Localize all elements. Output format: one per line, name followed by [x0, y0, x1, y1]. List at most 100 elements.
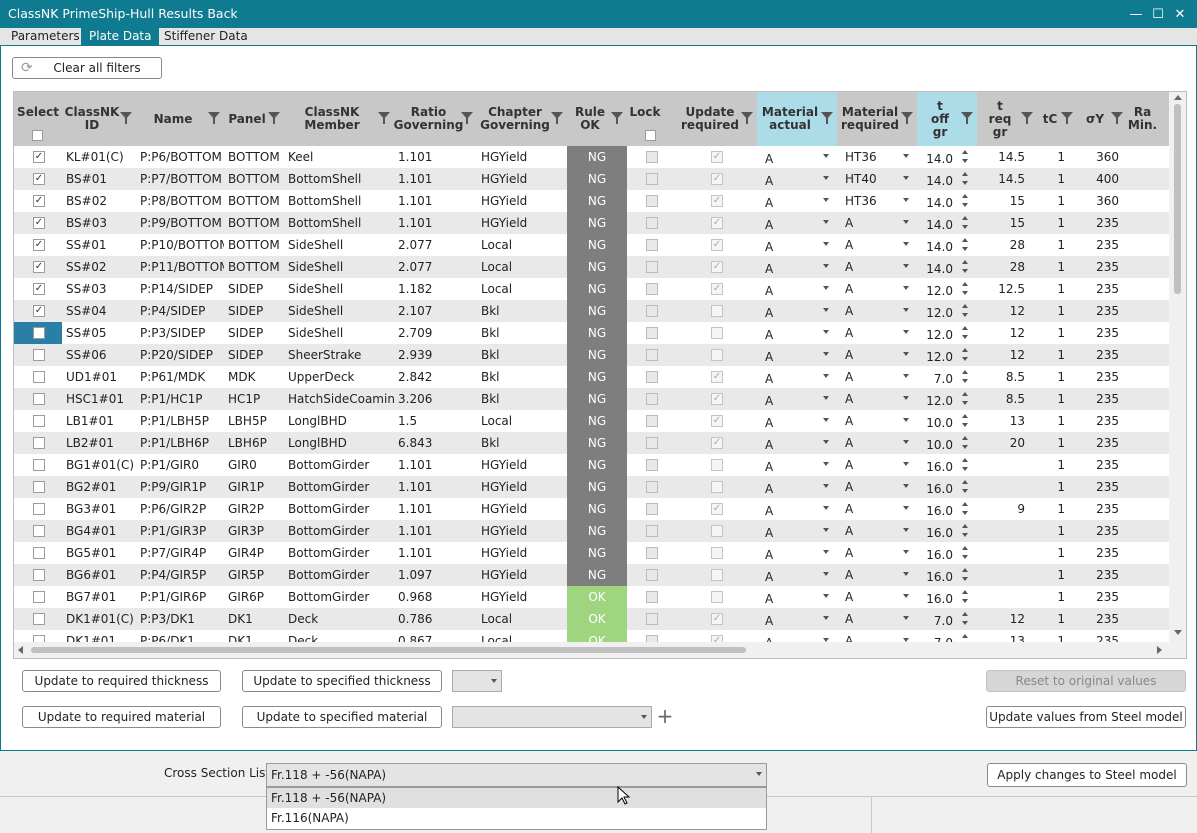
chevron-down-icon[interactable]: [903, 418, 909, 422]
thickness-value[interactable]: 16.0: [926, 544, 953, 564]
filter-icon[interactable]: [901, 112, 913, 124]
lock-checkbox[interactable]: [646, 217, 658, 229]
select-checkbox[interactable]: ✓: [33, 283, 45, 295]
chevron-down-icon[interactable]: [903, 484, 909, 488]
stepper-icon[interactable]: [962, 501, 970, 517]
lock-checkbox[interactable]: [646, 283, 658, 295]
cell-mat_act[interactable]: A: [757, 344, 837, 366]
chevron-down-icon[interactable]: [823, 154, 829, 158]
tab-plate-data[interactable]: Plate Data: [81, 28, 160, 45]
lock-checkbox[interactable]: [646, 371, 658, 383]
update-required-thickness-button[interactable]: Update to required thickness: [22, 670, 221, 692]
table-row[interactable]: ✓ BS#01 P:P7/BOTTOM BOTTOM BottomShell 1.101 H…: [14, 168, 1169, 190]
cell-mat_act[interactable]: A: [757, 234, 837, 256]
cell-mat_req[interactable]: A: [837, 498, 917, 520]
stepper-icon[interactable]: [962, 347, 970, 363]
lock-checkbox[interactable]: [646, 613, 658, 625]
cell-mat_act[interactable]: A: [757, 366, 837, 388]
thickness-value[interactable]: 7.0: [934, 610, 953, 630]
select-checkbox[interactable]: [33, 613, 45, 625]
lock-checkbox[interactable]: [646, 239, 658, 251]
stepper-icon[interactable]: [962, 413, 970, 429]
column-header-select[interactable]: Select: [14, 92, 62, 146]
vertical-scroll-thumb[interactable]: [1174, 104, 1181, 294]
lock-checkbox[interactable]: [646, 591, 658, 603]
stepper-icon[interactable]: [962, 193, 970, 209]
select-checkbox[interactable]: ✓: [33, 239, 45, 251]
cell-mat_req[interactable]: A: [837, 608, 917, 630]
chevron-down-icon[interactable]: [823, 286, 829, 290]
chevron-down-icon[interactable]: [823, 572, 829, 576]
chevron-down-icon[interactable]: [903, 330, 909, 334]
filter-icon[interactable]: [461, 112, 473, 124]
close-icon[interactable]: ✕: [1169, 4, 1191, 24]
cell-mat_req[interactable]: A: [837, 234, 917, 256]
filter-icon[interactable]: [1061, 112, 1073, 124]
chevron-down-icon[interactable]: [823, 264, 829, 268]
select-checkbox[interactable]: [33, 327, 45, 339]
stepper-icon[interactable]: [962, 325, 970, 341]
cell-mat_act[interactable]: A: [757, 520, 837, 542]
table-row[interactable]: UD1#01 P:P61/MDK MDK UpperDeck 2.842 Bkl NG ✓ A A…: [14, 366, 1169, 388]
scroll-up-icon[interactable]: [1174, 95, 1182, 100]
chevron-down-icon[interactable]: [903, 308, 909, 312]
cell-mat_req[interactable]: A: [837, 300, 917, 322]
chevron-down-icon[interactable]: [903, 286, 909, 290]
thickness-value[interactable]: 7.0: [934, 368, 953, 388]
thickness-value[interactable]: 10.0: [926, 412, 953, 432]
cell-mat_req[interactable]: A: [837, 476, 917, 498]
chevron-down-icon[interactable]: [903, 550, 909, 554]
lock-all-checkbox[interactable]: [645, 130, 656, 141]
cell-mat_req[interactable]: A: [837, 278, 917, 300]
cell-mat_act[interactable]: A: [757, 146, 837, 168]
clear-filters-button[interactable]: ⟳ Clear all filters: [12, 57, 162, 79]
apply-changes-button[interactable]: Apply changes to Steel model: [987, 763, 1187, 787]
thickness-value[interactable]: 16.0: [926, 456, 953, 476]
table-row[interactable]: BG5#01 P:P7/GIR4P GIR4P BottomGirder 1.101 HG…: [14, 542, 1169, 564]
cell-mat_act[interactable]: A: [757, 542, 837, 564]
chevron-down-icon[interactable]: [903, 352, 909, 356]
column-header-t_off[interactable]: t off gr: [917, 92, 977, 146]
dropdown-option[interactable]: Fr.116(NAPA): [267, 808, 766, 828]
column-header-rule[interactable]: Rule OK: [567, 92, 627, 146]
update-required-material-button[interactable]: Update to required material: [22, 706, 221, 728]
thickness-value[interactable]: 12.0: [926, 324, 953, 344]
select-checkbox[interactable]: [33, 503, 45, 515]
stepper-icon[interactable]: [962, 149, 970, 165]
stepper-icon[interactable]: [962, 237, 970, 253]
chevron-down-icon[interactable]: [903, 396, 909, 400]
cell-mat_req[interactable]: A: [837, 388, 917, 410]
cell-mat_req[interactable]: A: [837, 256, 917, 278]
lock-checkbox[interactable]: [646, 261, 658, 273]
stepper-icon[interactable]: [962, 545, 970, 561]
select-checkbox[interactable]: [33, 459, 45, 471]
table-row[interactable]: DK1#01(C) P:P3/DK1 DK1 Deck 0.786 Local OK ✓ A A 7…: [14, 608, 1169, 630]
chevron-down-icon[interactable]: [823, 308, 829, 312]
chevron-down-icon[interactable]: [903, 594, 909, 598]
thickness-value[interactable]: 12.0: [926, 390, 953, 410]
table-row[interactable]: ✓ SS#04 P:P4/SIDEP SIDEP SideShell 2.107 Bkl NG…: [14, 300, 1169, 322]
select-checkbox[interactable]: [33, 481, 45, 493]
column-header-panel[interactable]: Panel: [224, 92, 284, 146]
minimize-icon[interactable]: —: [1125, 4, 1147, 24]
cell-mat_act[interactable]: A: [757, 498, 837, 520]
lock-checkbox[interactable]: [646, 195, 658, 207]
select-checkbox[interactable]: [33, 349, 45, 361]
filter-icon[interactable]: [268, 112, 280, 124]
column-header-ratio[interactable]: Ratio Governing: [394, 92, 477, 146]
thickness-value[interactable]: 12.0: [926, 346, 953, 366]
lock-checkbox[interactable]: [646, 151, 658, 163]
chevron-down-icon[interactable]: [903, 220, 909, 224]
chevron-down-icon[interactable]: [903, 154, 909, 158]
vertical-scrollbar[interactable]: [1170, 92, 1186, 658]
update-specified-thickness-button[interactable]: Update to specified thickness: [242, 670, 442, 692]
lock-checkbox[interactable]: [646, 327, 658, 339]
filter-icon[interactable]: [378, 112, 390, 124]
lock-checkbox[interactable]: [646, 173, 658, 185]
cell-mat_act[interactable]: A: [757, 212, 837, 234]
column-header-mat_req[interactable]: Material required: [837, 92, 917, 146]
stepper-icon[interactable]: [962, 391, 970, 407]
stepper-icon[interactable]: [962, 215, 970, 231]
cell-mat_req[interactable]: A: [837, 586, 917, 608]
maximize-icon[interactable]: ☐: [1147, 4, 1169, 24]
